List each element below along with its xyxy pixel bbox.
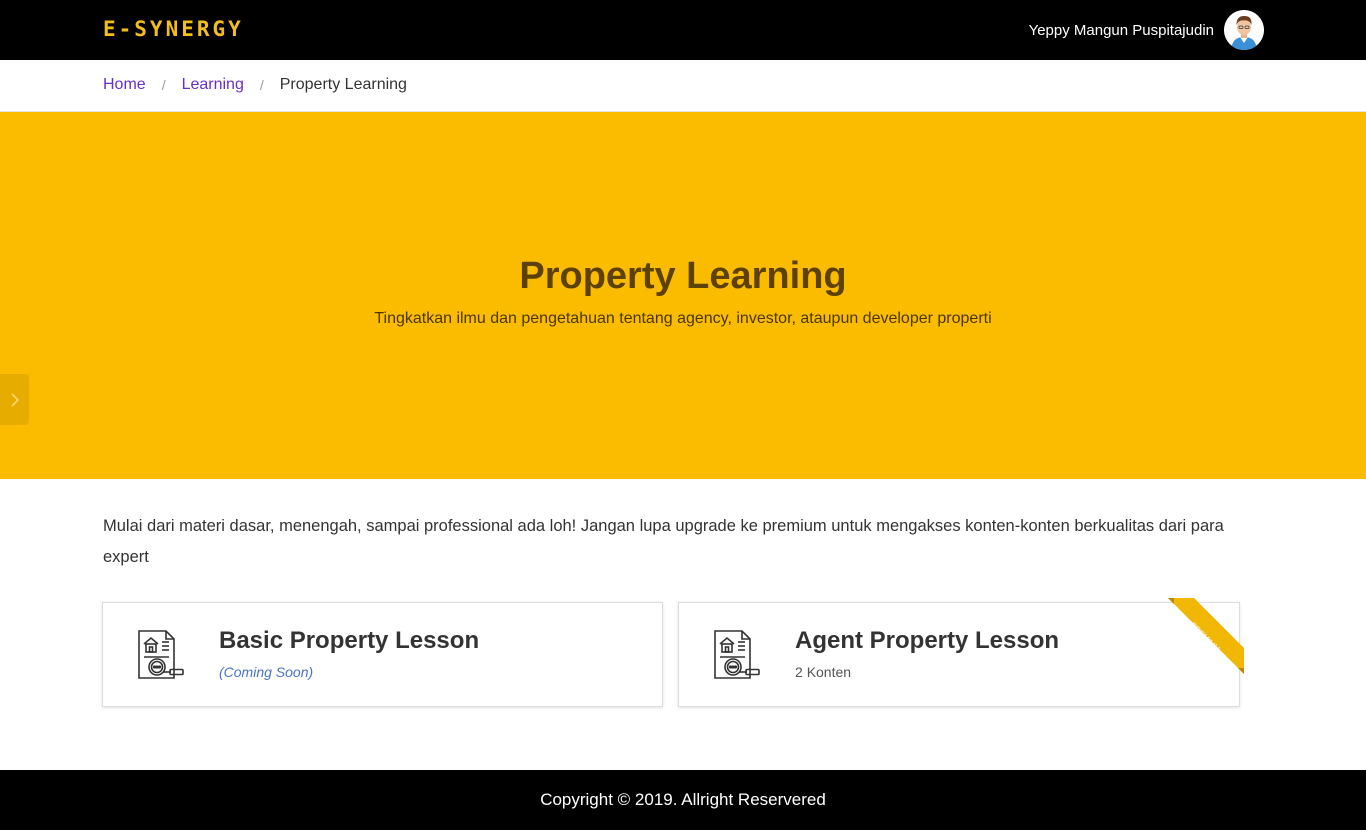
lesson-content-count: 2 Konten [795, 664, 851, 680]
lesson-card-basic[interactable]: Basic Property Lesson (Coming Soon) [102, 602, 663, 707]
content-count-value: 2 [795, 664, 803, 680]
breadcrumb-separator: / [259, 77, 264, 93]
content-count-label: Konten [806, 664, 852, 680]
avatar[interactable] [1224, 10, 1264, 50]
side-drawer-toggle[interactable] [0, 374, 29, 425]
user-menu[interactable]: Yeppy Mangun Puspitajudin [1029, 10, 1264, 50]
breadcrumb-separator: / [161, 77, 166, 93]
top-navbar: E-SYNERGY Yeppy Mangun Puspitajudin [0, 0, 1366, 60]
premium-ribbon: PREMIUM [1168, 598, 1244, 674]
footer: Copyright © 2019. Allright Reservered [0, 770, 1366, 830]
user-name[interactable]: Yeppy Mangun Puspitajudin [1029, 22, 1214, 39]
breadcrumb-home[interactable]: Home [103, 76, 146, 94]
page-subtitle: Tingkatkan ilmu dan pengetahuan tentang … [374, 310, 992, 327]
property-document-icon [714, 630, 760, 679]
hero-banner: Property Learning Tingkatkan ilmu dan pe… [0, 112, 1366, 479]
logo[interactable]: E-SYNERGY [103, 17, 244, 41]
page-title: Property Learning [519, 255, 847, 297]
lesson-status: (Coming Soon) [219, 664, 314, 680]
property-document-icon [138, 630, 184, 679]
copyright-text: Copyright © 2019. Allright Reservered [540, 790, 826, 809]
intro-text: Mulai dari materi dasar, menengah, sampa… [103, 517, 1224, 566]
lesson-card-agent[interactable]: Agent Property Lesson 2 Konten PREMIUM [678, 598, 1244, 707]
breadcrumb-learning[interactable]: Learning [182, 76, 244, 94]
lesson-title[interactable]: Basic Property Lesson [219, 627, 479, 655]
chevron-right-icon [10, 392, 19, 407]
breadcrumb-current: Property Learning [279, 76, 407, 93]
lesson-title[interactable]: Agent Property Lesson [795, 627, 1059, 655]
breadcrumb: Home / Learning / Property Learning [0, 60, 1366, 112]
